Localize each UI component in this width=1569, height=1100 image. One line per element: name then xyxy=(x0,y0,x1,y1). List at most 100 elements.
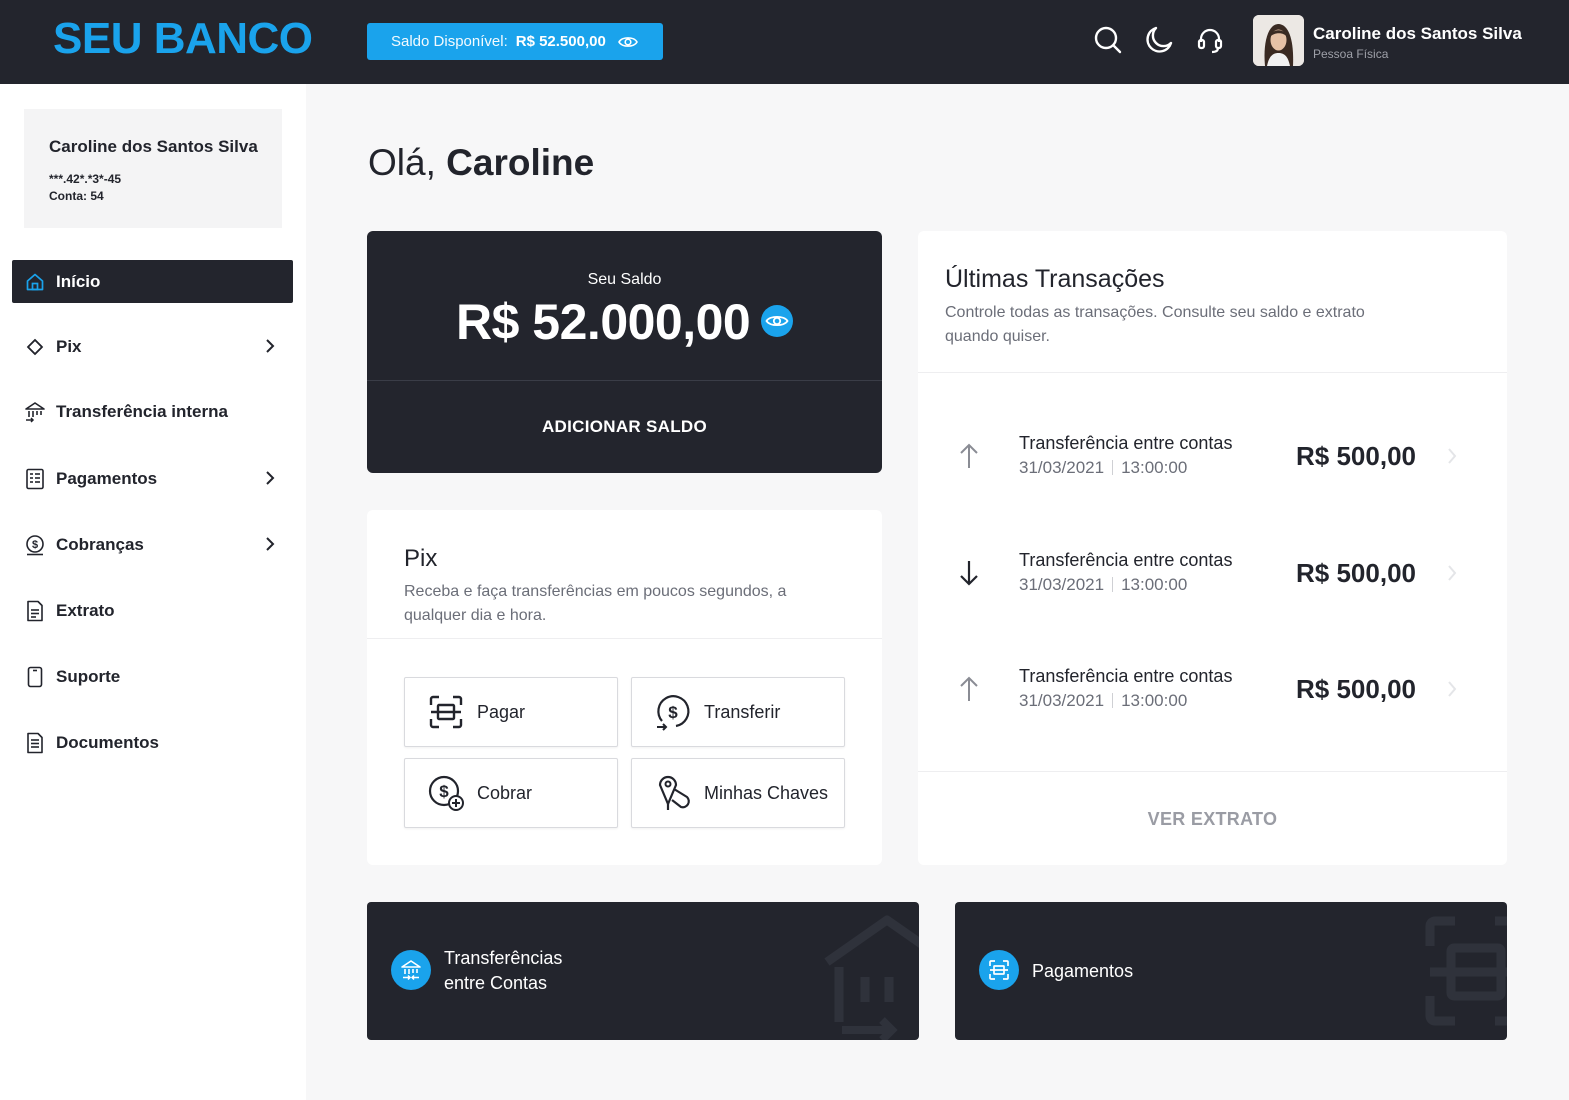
user-type: Pessoa Física xyxy=(1313,47,1389,61)
transaction-row[interactable]: Transferência entre contas 31/03/2021 13:… xyxy=(918,430,1507,500)
promo-transfers-label: Transferências entre Contas xyxy=(444,946,562,996)
transactions-title: Últimas Transações xyxy=(945,265,1165,293)
view-statement-button[interactable]: VER EXTRATO xyxy=(918,809,1507,830)
svg-text:$: $ xyxy=(439,782,449,801)
svg-text:$: $ xyxy=(668,703,678,722)
avatar[interactable] xyxy=(1253,15,1304,66)
sidebar-item-pagamentos[interactable]: Pagamentos xyxy=(12,457,293,500)
pix-action-label: Cobrar xyxy=(477,782,533,803)
available-balance-label: Saldo Disponível: xyxy=(391,33,508,50)
eye-icon[interactable] xyxy=(617,35,638,49)
scan-icon xyxy=(427,693,465,731)
pix-keys-button[interactable]: Minhas Chaves xyxy=(631,758,845,828)
transaction-name: Transferência entre contas xyxy=(1019,433,1233,453)
account-holder-name: Caroline dos Santos Silva xyxy=(49,137,258,156)
balance-card: Seu Saldo R$ 52.000,00 ADICIONAR SALDO xyxy=(367,231,882,473)
sidebar-item-extrato[interactable]: Extrato xyxy=(12,589,293,632)
transaction-datetime: 31/03/2021 13:00:00 xyxy=(1019,691,1187,711)
documents-icon xyxy=(24,732,46,754)
transaction-date: 31/03/2021 xyxy=(1019,458,1105,477)
arrow-up-icon xyxy=(958,675,980,708)
transaction-amount: R$ 500,00 xyxy=(1296,674,1416,704)
available-balance-value: R$ 52.500,00 xyxy=(515,33,606,50)
chevron-right-icon[interactable] xyxy=(1447,680,1457,703)
promo-transfers-line1: Transferências xyxy=(444,948,563,968)
bank-background-icon xyxy=(824,915,919,1040)
sidebar-item-inicio[interactable]: Início xyxy=(12,260,293,303)
transaction-date: 31/03/2021 xyxy=(1019,691,1105,710)
sidebar-item-label: Documentos xyxy=(56,732,159,752)
divider xyxy=(918,771,1507,772)
sidebar-item-label: Início xyxy=(56,271,101,291)
sidebar-item-suporte[interactable]: Suporte xyxy=(12,655,293,698)
chevron-right-icon[interactable] xyxy=(1447,564,1457,587)
divider xyxy=(918,372,1507,373)
chevron-right-icon[interactable] xyxy=(1447,447,1457,470)
promo-transfers-line2: entre Contas xyxy=(444,973,548,993)
transaction-time: 13:00:00 xyxy=(1121,458,1188,477)
pix-action-label: Pagar xyxy=(477,701,526,722)
account-number: Conta: 54 xyxy=(49,189,104,203)
promo-transfers-card[interactable]: Transferências entre Contas xyxy=(367,902,919,1040)
keys-icon xyxy=(654,774,692,812)
pix-transfer-button[interactable]: $ Transferir xyxy=(631,677,845,747)
pix-pay-button[interactable]: Pagar xyxy=(404,677,618,747)
account-card: Caroline dos Santos Silva ***.42*.*3*-45… xyxy=(24,109,282,228)
transaction-datetime: 31/03/2021 13:00:00 xyxy=(1019,458,1187,478)
account-document: ***.42*.*3*-45 xyxy=(49,172,122,186)
greeting-prefix: Olá, xyxy=(368,142,436,183)
chevron-right-icon xyxy=(265,536,275,557)
pix-action-label: Minhas Chaves xyxy=(704,782,829,803)
transaction-amount: R$ 500,00 xyxy=(1296,441,1416,471)
top-bar: SEU BANCO Saldo Disponível: R$ 52.500,00… xyxy=(0,0,1569,84)
charge-icon: $ xyxy=(24,534,46,556)
transaction-time: 13:00:00 xyxy=(1121,691,1188,710)
pix-charge-button[interactable]: $ Cobrar xyxy=(404,758,618,828)
add-balance-button[interactable]: ADICIONAR SALDO xyxy=(367,417,882,437)
greeting-name: Caroline xyxy=(446,142,595,183)
pix-description: Receba e faça transferências em poucos s… xyxy=(404,583,787,624)
transaction-name: Transferência entre contas xyxy=(1019,666,1233,686)
promo-payments-card[interactable]: Pagamentos xyxy=(955,902,1507,1040)
available-balance-pill[interactable]: Saldo Disponível: R$ 52.500,00 xyxy=(367,23,663,60)
sidebar-item-documentos[interactable]: Documentos xyxy=(12,721,293,764)
scan-background-icon xyxy=(1425,916,1507,1026)
sidebar-item-cobrancas[interactable]: $ Cobranças xyxy=(12,523,293,566)
sidebar-item-label: Extrato xyxy=(56,600,115,620)
svg-text:$: $ xyxy=(32,539,38,551)
headset-icon[interactable] xyxy=(1194,24,1226,56)
pix-action-label: Transferir xyxy=(704,701,781,722)
logo[interactable]: SEU BANCO xyxy=(53,14,313,64)
transaction-row[interactable]: Transferência entre contas 31/03/2021 13:… xyxy=(918,547,1507,617)
balance-amount: R$ 52.000,00 xyxy=(456,294,751,350)
user-name[interactable]: Caroline dos Santos Silva xyxy=(1313,24,1522,44)
sidebar-item-pix[interactable]: Pix xyxy=(12,325,293,368)
bank-transfer-icon xyxy=(24,401,46,423)
arrow-up-icon xyxy=(958,442,980,475)
sidebar-item-label: Cobranças xyxy=(56,534,144,554)
chevron-right-icon xyxy=(265,470,275,491)
phone-icon xyxy=(24,666,46,688)
transactions-card: Últimas Transações Controle todas as tra… xyxy=(918,231,1507,865)
transaction-amount: R$ 500,00 xyxy=(1296,558,1416,588)
arrow-down-icon xyxy=(958,559,980,592)
payments-icon xyxy=(24,468,46,490)
pix-title: Pix xyxy=(404,545,438,572)
page-title: Olá, Caroline xyxy=(368,142,594,184)
dollar-transfer-icon: $ xyxy=(654,693,692,731)
transaction-row[interactable]: Transferência entre contas 31/03/2021 13:… xyxy=(918,663,1507,733)
moon-icon[interactable] xyxy=(1143,24,1175,56)
search-icon[interactable] xyxy=(1092,24,1124,56)
transactions-description: Controle todas as transações. Consulte s… xyxy=(945,304,1365,345)
transaction-date: 31/03/2021 xyxy=(1019,575,1105,594)
divider xyxy=(367,638,882,639)
pix-icon xyxy=(24,336,46,358)
sidebar-item-label: Transferência interna xyxy=(56,401,228,421)
sidebar-item-transferencia-interna[interactable]: Transferência interna xyxy=(12,390,293,433)
bank-transfer-icon xyxy=(391,950,431,990)
sidebar-item-label: Suporte xyxy=(56,666,121,686)
eye-icon[interactable] xyxy=(760,304,794,343)
dollar-add-icon: $ xyxy=(427,774,465,812)
promo-payments-label: Pagamentos xyxy=(1032,961,1134,981)
pix-card: Pix Receba e faça transferências em pouc… xyxy=(367,510,882,865)
